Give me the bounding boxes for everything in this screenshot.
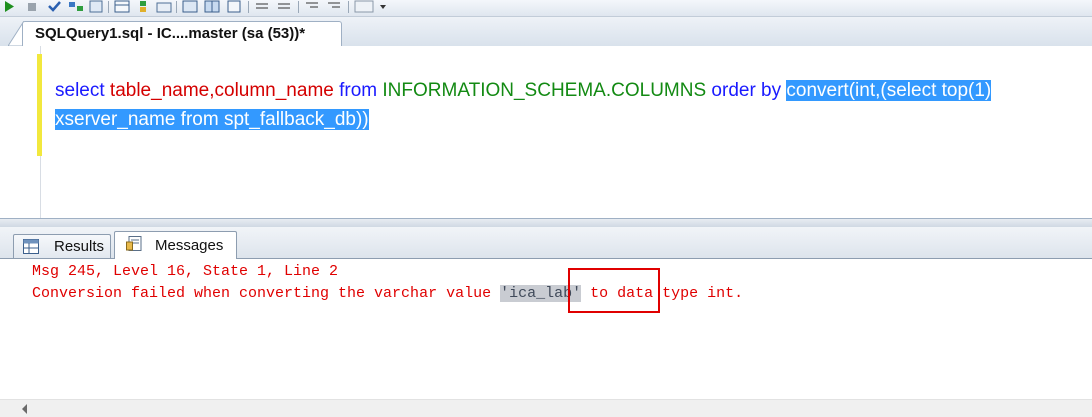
keyword-select: select bbox=[55, 80, 110, 101]
chevron-down-icon[interactable] bbox=[378, 0, 388, 13]
selected-text: xserver_name from spt_fallback_db)) bbox=[55, 109, 369, 130]
include-plan-icon[interactable] bbox=[136, 0, 152, 13]
toolbar-separator bbox=[298, 1, 299, 13]
stop-icon[interactable] bbox=[24, 0, 40, 13]
query-options-icon[interactable] bbox=[88, 0, 104, 13]
grid-icon bbox=[23, 239, 39, 254]
decrease-indent-icon[interactable] bbox=[304, 0, 320, 13]
editor-gutter bbox=[0, 46, 41, 218]
specify-values-icon[interactable] bbox=[354, 0, 376, 13]
tab-messages[interactable]: Messages bbox=[114, 231, 237, 259]
comment-icon[interactable] bbox=[254, 0, 270, 13]
results-tab-strip: Results Messages bbox=[0, 227, 1092, 259]
document-tab-strip: SQLQuery1.sql - IC....master (sa (53))* bbox=[0, 17, 1092, 63]
messages-tab-label: Messages bbox=[155, 237, 224, 254]
scroll-left-icon[interactable] bbox=[22, 404, 27, 414]
tab-sqlquery1[interactable]: SQLQuery1.sql - IC....master (sa (53))* bbox=[22, 21, 342, 46]
tab-results[interactable]: Results bbox=[13, 234, 111, 258]
change-tracking-bar bbox=[37, 54, 42, 156]
toolbar-separator bbox=[248, 1, 249, 13]
messages-pane[interactable]: Msg 245, Level 16, State 1, Line 2 Conve… bbox=[0, 259, 1092, 399]
display-plan-icon[interactable] bbox=[68, 0, 84, 13]
keyword-from: from bbox=[333, 80, 383, 101]
parse-icon[interactable] bbox=[46, 0, 62, 13]
code-text[interactable]: select table_name,column_name from INFOR… bbox=[55, 76, 992, 134]
horizontal-scrollbar[interactable] bbox=[0, 399, 1092, 417]
keyword-order-by: order by bbox=[706, 80, 787, 101]
toolbar-separator bbox=[348, 1, 349, 13]
document-tab-label: SQLQuery1.sql - IC....master (sa (53))* bbox=[35, 25, 306, 42]
column-identifiers: table_name,column_name bbox=[109, 80, 334, 101]
code-line-2: xserver_name from spt_fallback_db)) bbox=[55, 105, 991, 134]
results-tab-label: Results bbox=[54, 238, 105, 255]
results-file-icon[interactable] bbox=[226, 0, 242, 13]
error-message-header: Msg 245, Level 16, State 1, Line 2 bbox=[32, 263, 339, 280]
selected-text: convert(int,(select top(1) bbox=[786, 80, 992, 101]
results-text-icon[interactable] bbox=[182, 0, 198, 13]
increase-indent-icon[interactable] bbox=[326, 0, 342, 13]
execute-icon[interactable] bbox=[2, 0, 18, 13]
results-to-grid-icon[interactable] bbox=[114, 0, 130, 13]
toolbar-separator bbox=[176, 1, 177, 13]
query-toolbar bbox=[0, 0, 1092, 17]
error-text-before: Conversion failed when converting the va… bbox=[32, 285, 501, 302]
query-editor[interactable]: select table_name,column_name from INFOR… bbox=[0, 46, 1092, 218]
results-grid-icon[interactable] bbox=[204, 0, 220, 13]
highlight-box bbox=[568, 268, 660, 313]
messages-icon bbox=[126, 236, 142, 251]
toolbar-separator bbox=[108, 1, 109, 13]
sqlcmd-icon[interactable] bbox=[156, 0, 172, 13]
schema-name: INFORMATION_SCHEMA.COLUMNS bbox=[382, 80, 707, 101]
code-line-1: select table_name,column_name from INFOR… bbox=[55, 76, 992, 105]
uncomment-icon[interactable] bbox=[276, 0, 292, 13]
